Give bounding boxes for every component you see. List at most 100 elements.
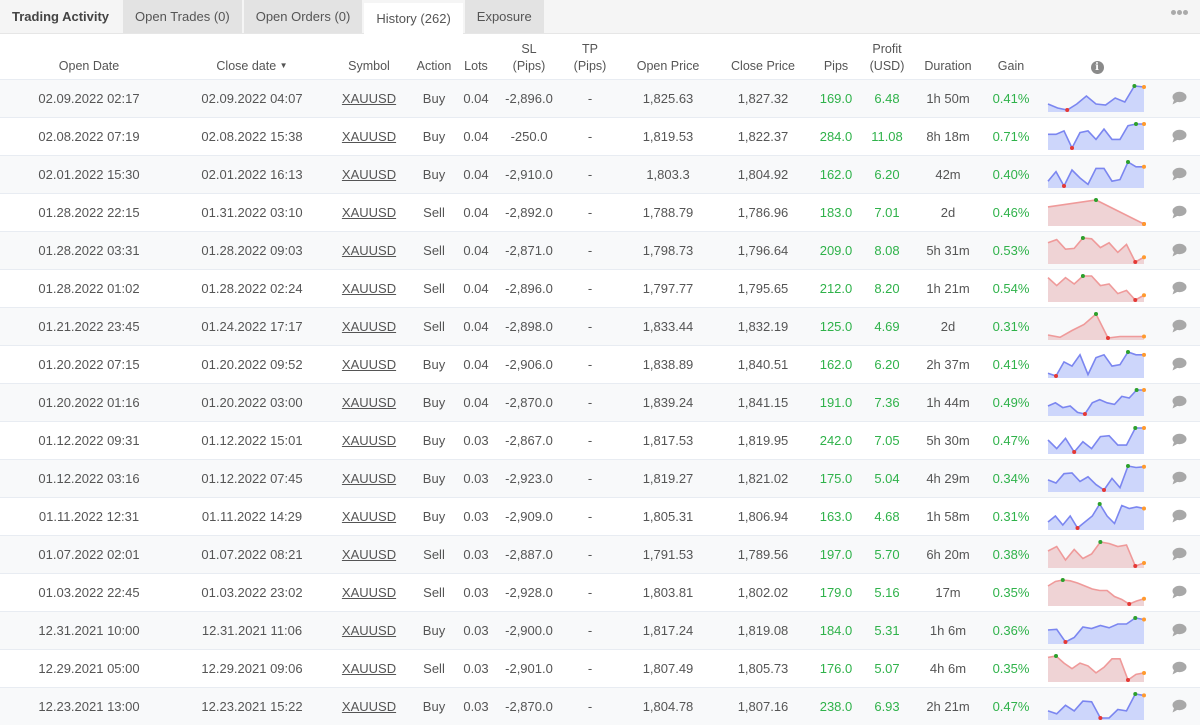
table-row[interactable]: 01.20.2022 01:16 01.20.2022 03:00 XAUUSD Bu… — [0, 383, 1200, 422]
symbol-link-value[interactable]: XAUUSD — [342, 319, 396, 334]
symbol-link-value[interactable]: XAUUSD — [342, 91, 396, 106]
speech-bubble-icon[interactable] — [1171, 205, 1187, 219]
open-price-cell-value: 1,825.63 — [642, 90, 694, 106]
table-row[interactable]: 01.21.2022 23:45 01.24.2022 17:17 XAUUSD Se… — [0, 307, 1200, 346]
symbol-link-value[interactable]: XAUUSD — [342, 167, 396, 182]
open-date-cell: 12.29.2021 05:00 — [0, 649, 178, 688]
symbol-link-value[interactable]: XAUUSD — [342, 433, 396, 448]
symbol-link-value[interactable]: XAUUSD — [342, 205, 396, 220]
speech-bubble-icon[interactable] — [1171, 699, 1187, 713]
duration-cell-value: 1h 44m — [926, 394, 970, 410]
symbol-link-value[interactable]: XAUUSD — [342, 129, 396, 144]
col-lots[interactable]: Lots — [456, 34, 496, 80]
pips-cell-value: 125.0 — [819, 318, 853, 334]
open-date-cell-value: 01.11.2022 12:31 — [38, 508, 140, 524]
speech-bubble-icon[interactable] — [1171, 395, 1187, 409]
symbol-link-value[interactable]: XAUUSD — [342, 585, 396, 600]
col-sl[interactable]: SL (Pips) — [496, 34, 562, 80]
table-row[interactable]: 01.11.2022 12:31 01.11.2022 14:29 XAUUSD Bu… — [0, 497, 1200, 536]
sparkline-area — [1048, 694, 1144, 720]
col-tp[interactable]: TP (Pips) — [562, 34, 618, 80]
tab-open-trades[interactable]: Open Trades (0) — [123, 0, 242, 33]
col-duration[interactable]: Duration — [910, 34, 986, 80]
table-row[interactable]: 01.28.2022 01:02 01.28.2022 02:24 XAUUSD Se… — [0, 269, 1200, 308]
sl-cell-value: -2,923.0 — [505, 470, 553, 486]
tab-open-orders[interactable]: Open Orders (0) — [243, 0, 363, 33]
table-row[interactable]: 01.12.2022 03:16 01.12.2022 07:45 XAUUSD Bu… — [0, 459, 1200, 498]
speech-bubble-icon[interactable] — [1171, 433, 1187, 447]
speech-bubble-icon[interactable] — [1171, 281, 1187, 295]
col-symbol[interactable]: Symbol — [326, 34, 412, 80]
symbol-link-value[interactable]: XAUUSD — [342, 661, 396, 676]
table-row[interactable]: 02.09.2022 02:17 02.09.2022 04:07 XAUUSD Bu… — [0, 79, 1200, 118]
symbol-link-value[interactable]: XAUUSD — [342, 547, 396, 562]
table-row[interactable]: 12.29.2021 05:00 12.29.2021 09:06 XAUUSD Se… — [0, 649, 1200, 688]
ellipsis-icon[interactable] — [1171, 10, 1188, 15]
speech-bubble-icon[interactable] — [1171, 471, 1187, 485]
col-pips[interactable]: Pips — [808, 34, 864, 80]
col-chart: i — [1036, 34, 1158, 80]
col-close-date[interactable]: Close date ▼ — [178, 34, 326, 80]
duration-cell-value: 2h 21m — [926, 698, 970, 714]
col-open-price[interactable]: Open Price — [618, 34, 718, 80]
symbol-link: XAUUSD — [326, 383, 412, 422]
speech-bubble-icon[interactable] — [1171, 585, 1187, 599]
symbol-link-value[interactable]: XAUUSD — [342, 357, 396, 372]
tab-exposure[interactable]: Exposure — [464, 0, 544, 33]
pips-cell: 179.0 — [808, 573, 864, 612]
symbol-link-value[interactable]: XAUUSD — [342, 281, 396, 296]
speech-bubble-icon[interactable] — [1171, 167, 1187, 181]
symbol-link-value[interactable]: XAUUSD — [342, 395, 396, 410]
sparkline-high-dot — [1080, 274, 1085, 278]
close-date-cell: 01.03.2022 23:02 — [178, 573, 326, 612]
tp-cell: - — [562, 497, 618, 536]
col-action[interactable]: Action — [412, 34, 456, 80]
table-row[interactable]: 01.12.2022 09:31 01.12.2022 15:01 XAUUSD Bu… — [0, 421, 1200, 460]
duration-cell-value: 2h 37m — [926, 356, 970, 372]
speech-bubble-icon[interactable] — [1171, 547, 1187, 561]
speech-bubble-icon[interactable] — [1171, 623, 1187, 637]
duration-cell-value: 8h 18m — [926, 128, 970, 144]
trade-sparkline — [1047, 198, 1146, 226]
symbol-link-value[interactable]: XAUUSD — [342, 623, 396, 638]
speech-bubble-icon[interactable] — [1171, 509, 1187, 523]
speech-bubble-icon[interactable] — [1171, 243, 1187, 257]
col-open-date[interactable]: Open Date — [0, 34, 178, 80]
pips-cell: 284.0 — [808, 117, 864, 156]
table-row[interactable]: 01.20.2022 07:15 01.20.2022 09:52 XAUUSD Bu… — [0, 345, 1200, 384]
pips-cell-value: 197.0 — [819, 546, 853, 562]
tab-history[interactable]: History (262) — [364, 3, 463, 35]
col-close-price[interactable]: Close Price — [718, 34, 808, 80]
table-row[interactable]: 02.08.2022 07:19 02.08.2022 15:38 XAUUSD Bu… — [0, 117, 1200, 156]
close-price-cell: 1,827.32 — [718, 79, 808, 118]
table-row[interactable]: 02.01.2022 15:30 02.01.2022 16:13 XAUUSD Bu… — [0, 155, 1200, 194]
duration-cell: 5h 30m — [910, 421, 986, 460]
tp-cell: - — [562, 573, 618, 612]
pips-cell-value: 179.0 — [819, 584, 853, 600]
symbol-link: XAUUSD — [326, 421, 412, 460]
action-cell: Sell — [412, 269, 456, 308]
speech-bubble-icon[interactable] — [1171, 319, 1187, 333]
sl-cell-value: -2,909.0 — [505, 508, 553, 524]
table-row[interactable]: 12.23.2021 13:00 12.23.2021 15:22 XAUUSD Bu… — [0, 687, 1200, 725]
speech-bubble-icon[interactable] — [1171, 357, 1187, 371]
symbol-link-value[interactable]: XAUUSD — [342, 243, 396, 258]
table-row[interactable]: 01.03.2022 22:45 01.03.2022 23:02 XAUUSD Se… — [0, 573, 1200, 612]
symbol-link-value[interactable]: XAUUSD — [342, 509, 396, 524]
table-row[interactable]: 01.28.2022 22:15 01.31.2022 03:10 XAUUSD Se… — [0, 193, 1200, 232]
speech-bubble-icon[interactable] — [1171, 129, 1187, 143]
gain-cell-value: 0.71% — [992, 128, 1030, 144]
table-row[interactable]: 01.07.2022 02:01 01.07.2022 08:21 XAUUSD Se… — [0, 535, 1200, 574]
sparkline-low-dot — [1070, 146, 1074, 150]
table-row[interactable]: 12.31.2021 10:00 12.31.2021 11:06 XAUUSD Bu… — [0, 611, 1200, 650]
symbol-link-value[interactable]: XAUUSD — [342, 699, 396, 714]
col-profit[interactable]: Profit (USD) — [864, 34, 910, 80]
open-price-cell: 1,819.53 — [618, 117, 718, 156]
speech-bubble-icon[interactable] — [1171, 661, 1187, 675]
symbol-link-value[interactable]: XAUUSD — [342, 471, 396, 486]
speech-bubble-icon[interactable] — [1171, 91, 1187, 105]
open-date-cell: 01.28.2022 03:31 — [0, 231, 178, 270]
table-row[interactable]: 01.28.2022 03:31 01.28.2022 09:03 XAUUSD Se… — [0, 231, 1200, 270]
info-icon[interactable]: i — [1090, 60, 1104, 74]
col-gain[interactable]: Gain — [986, 34, 1036, 80]
